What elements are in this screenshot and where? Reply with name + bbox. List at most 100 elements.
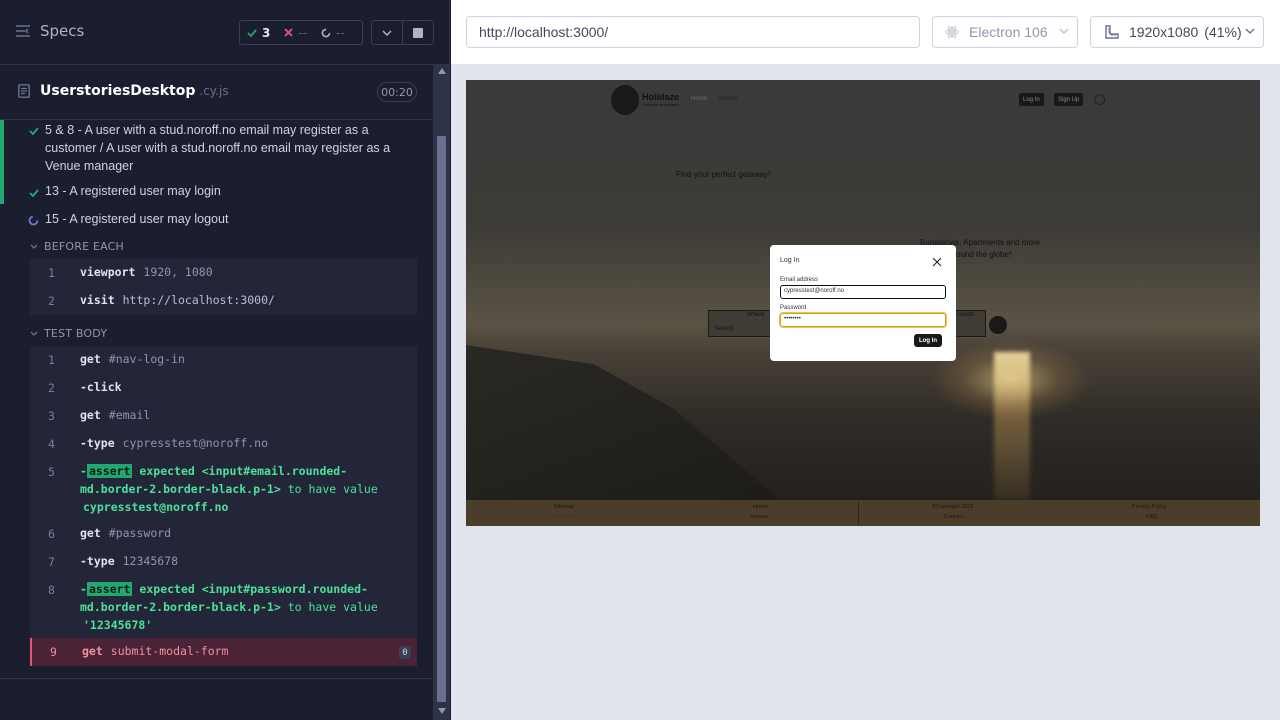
command-row[interactable]: 4 -type cypresstest@noroff.no [30,430,417,458]
command-row[interactable]: 2 -click [30,374,417,402]
site-login-button[interactable]: Log In [1019,93,1044,106]
check-icon [247,28,257,37]
palm-logo-icon[interactable] [611,85,639,115]
app-under-test-frame[interactable]: Holidaze Find your dreamland Home Venues… [466,80,1260,526]
command-name: get [80,526,101,540]
test-item-running[interactable]: 15 - A registered user may logout [0,210,432,232]
assert-value: cypresstest@noroff.no [83,500,229,514]
stop-button[interactable] [402,20,434,45]
site-signup-button[interactable]: Sign Up [1054,93,1084,106]
assert-badge: assert [86,582,133,596]
command-row[interactable]: 2 visit http://localhost:3000/ [30,287,417,315]
footer-sitemap[interactable]: Sitemap [554,504,574,510]
browser-select[interactable]: Electron 106 [932,16,1078,48]
modal-title: Log In [780,257,800,264]
footer-account[interactable]: Account [553,514,573,520]
command-name: -type [80,554,115,568]
viewport-select[interactable]: 1920x1080 (41%) [1090,16,1264,48]
scroll-up-arrow-icon[interactable] [438,68,446,74]
site-search-field[interactable] [708,310,778,337]
browser-name: Electron 106 [969,24,1048,40]
site-logo-text: Holidaze [642,92,680,102]
login-submit-button[interactable]: Log In [914,334,942,347]
spec-file-name[interactable]: UserstoriesDesktop .cy.js [40,83,229,99]
command-row[interactable]: 1 get #nav-log-in [30,346,417,374]
command-arg: 1920, 1080 [143,265,213,279]
email-field[interactable]: cypresstest@noroff.no [780,285,946,299]
command-number: 2 [48,294,55,308]
assert-prefix: - [80,582,87,596]
assertion-row[interactable]: 5 - assert expected <input#email.rounded-… [30,458,417,520]
before-each-label: BEFORE EACH [44,240,125,253]
electron-icon [945,26,959,38]
url-bar[interactable]: http://localhost:3000/ [466,16,920,48]
test-body-commands: 1 get #nav-log-in 2 -click 3 get #email 4 -typ… [30,346,417,666]
footer-privacy[interactable]: Privacy Policy [1132,504,1166,510]
command-number: 6 [48,527,55,541]
before-each-commands: 1 viewport 1920, 1080 2 visit http://local… [30,259,417,315]
menu-icon [16,25,30,37]
command-name: -click [80,380,122,394]
site-logo-subtitle: Find your dreamland [642,102,679,107]
assert-prefix: - [80,464,87,478]
command-arg: http://localhost:3000/ [122,293,275,307]
element-count-badge: 0 [399,646,411,659]
assert-subject: <input#password.rounded- [201,582,368,596]
command-arg: #email [108,408,151,422]
footer-faq[interactable]: FAQ [1146,514,1157,520]
command-number: 9 [50,645,57,659]
auto-scroll-toggle-button[interactable] [371,20,403,45]
site-nav-home[interactable]: Home [691,96,707,102]
command-row-failed[interactable]: 9 get submit-modal-form 0 [30,638,417,666]
scrollbar-thumb[interactable] [437,136,446,702]
test-title: 5 & 8 - A user with a stud.noroff.no ema… [45,123,391,173]
site-tagline: Find your perfect getaway! [676,170,771,179]
before-each-toggle[interactable]: BEFORE EACH [30,240,124,253]
command-arg: #password [108,526,172,540]
footer-cookies[interactable]: Cookies [944,514,964,520]
test-item[interactable]: 13 - A registered user may login [0,182,432,204]
assert-matcher: to have value [287,482,378,496]
chevron-down-icon [1245,28,1255,34]
duration-badge: 00:20 [377,82,417,102]
test-body-toggle[interactable]: TEST BODY [30,327,107,340]
specs-label: Specs [40,22,85,40]
ruler-icon [1105,25,1119,39]
assert-expected: expected [139,582,195,596]
footer-divider [858,502,859,524]
search-placeholder: Search [714,326,734,332]
password-field[interactable]: •••••••• [780,313,946,327]
command-name: get [82,644,103,658]
command-row[interactable]: 3 get #email [30,402,417,430]
stat-passed: 3 [240,26,277,40]
email-label: Email address [780,277,819,283]
specs-toggle-button[interactable]: Specs [16,22,84,40]
command-row[interactable]: 7 -type 12345678 [30,548,417,576]
cross-icon [284,28,293,37]
command-number: 1 [48,353,55,367]
footer-venues[interactable]: Venues [750,514,768,520]
profile-icon[interactable] [1094,94,1105,105]
close-icon[interactable] [932,257,942,267]
assert-value: '12345678' [83,618,153,632]
command-row[interactable]: 6 get #password [30,520,417,548]
check-icon [29,127,39,136]
chevron-down-icon [382,29,392,36]
assertion-row[interactable]: 8 - assert expected <input#password.round… [30,576,417,638]
test-title: 13 - A registered user may login [45,184,221,198]
site-nav-venues[interactable]: Venues [718,96,738,102]
scroll-down-arrow-icon[interactable] [438,708,446,714]
chevron-down-icon [30,331,38,336]
test-body-label: TEST BODY [44,327,108,340]
assert-badge: assert [86,464,133,478]
footer-home[interactable]: Home [753,504,768,510]
command-row[interactable]: 1 viewport 1920, 1080 [30,259,417,287]
guests-label: Guests [955,312,975,318]
stop-icon [413,27,423,38]
command-name: get [80,408,101,422]
chevron-down-icon [30,244,38,249]
search-icon[interactable] [989,316,1007,334]
command-number: 5 [48,465,55,479]
file-ext: .cy.js [199,84,229,98]
aut-panel: http://localhost:3000/ Electron 106 1920… [451,0,1280,720]
